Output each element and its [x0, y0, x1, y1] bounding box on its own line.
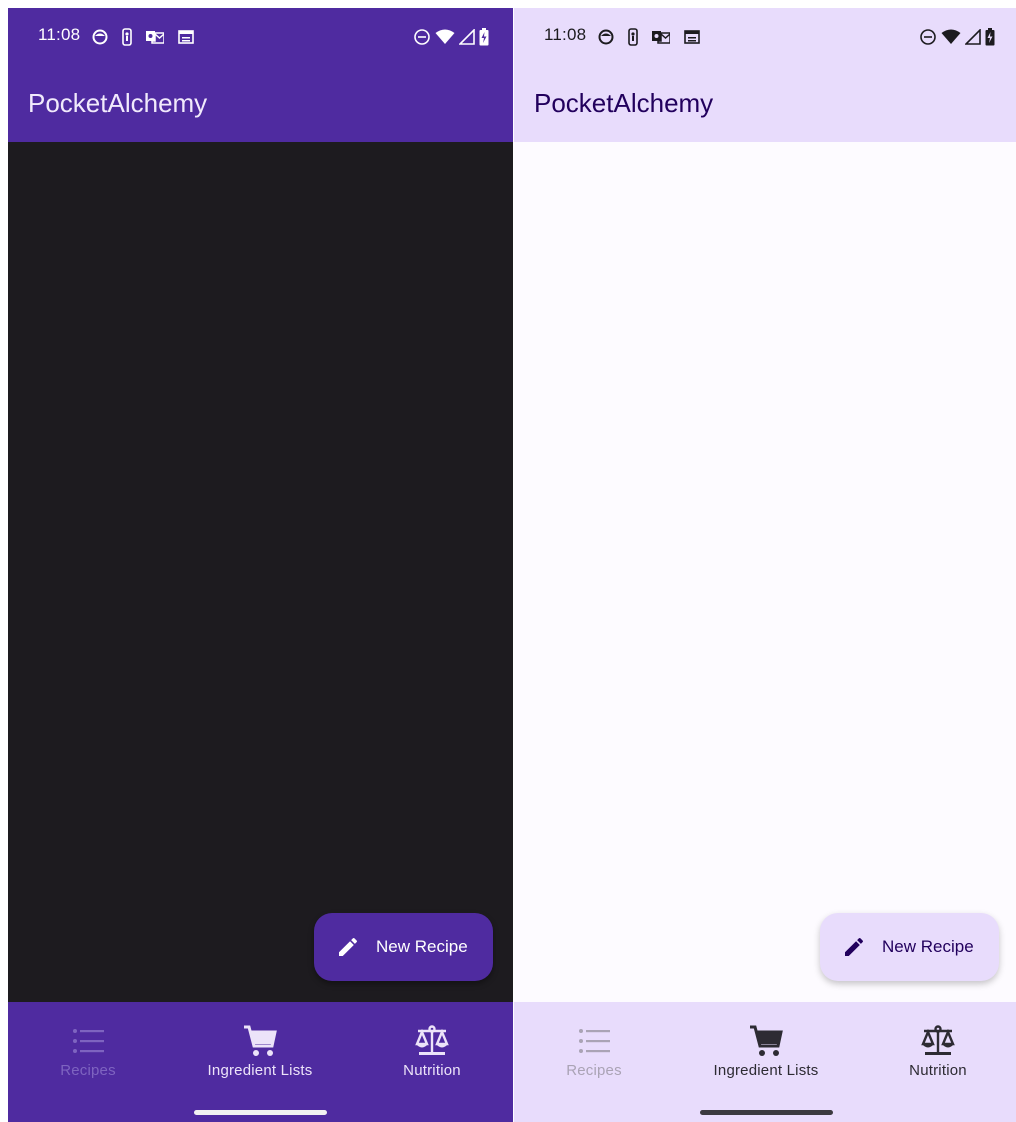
status-bar: 11:08: [8, 8, 513, 64]
bottom-navigation: Recipes Ingredient Lists Nutrition: [8, 1002, 513, 1122]
nav-label-ingredient-lists: Ingredient Lists: [713, 1062, 819, 1079]
top-app-bar: PocketAlchemy: [8, 64, 513, 142]
nba-icon: [122, 28, 132, 46]
home-indicator[interactable]: [700, 1110, 833, 1115]
nba-icon: [628, 28, 638, 46]
nav-item-ingredient-lists[interactable]: Ingredient Lists: [180, 1002, 340, 1102]
outlook-mail-icon: [652, 30, 670, 44]
battery-charging-icon: [985, 28, 995, 46]
nav-item-nutrition[interactable]: Nutrition: [888, 1002, 988, 1102]
outlook-mail-icon: [146, 30, 164, 44]
calendar-icon: [178, 30, 194, 44]
phone-screen-dark: 11:08 PocketAlchemy New Recipe Recipes I…: [8, 8, 513, 1122]
face-icon: [92, 29, 108, 45]
bottom-navigation: Recipes Ingredient Lists Nutrition: [514, 1002, 1016, 1122]
nav-label-recipes: Recipes: [60, 1062, 116, 1079]
nav-item-ingredient-lists[interactable]: Ingredient Lists: [686, 1002, 846, 1102]
system-status-icons: [919, 26, 995, 48]
new-recipe-button[interactable]: New Recipe: [314, 913, 493, 981]
status-bar: 11:08: [514, 8, 1016, 64]
recipe-list-area[interactable]: [8, 142, 513, 1002]
nav-label-ingredient-lists: Ingredient Lists: [207, 1062, 313, 1079]
recipe-list-area[interactable]: [514, 142, 1016, 1002]
app-title: PocketAlchemy: [28, 88, 208, 118]
notification-icons: [92, 26, 194, 48]
cart-icon: [243, 1024, 277, 1058]
cart-icon: [749, 1024, 783, 1058]
status-time: 11:08: [544, 25, 587, 44]
wifi-icon: [435, 29, 455, 45]
system-status-icons: [413, 26, 489, 48]
pencil-icon: [842, 935, 866, 959]
battery-charging-icon: [479, 28, 489, 46]
nav-label-recipes: Recipes: [566, 1062, 622, 1079]
do-not-disturb-icon: [919, 28, 937, 46]
notification-icons: [598, 26, 700, 48]
new-recipe-button[interactable]: New Recipe: [820, 913, 999, 981]
list-icon: [578, 1024, 610, 1058]
app-title: PocketAlchemy: [534, 88, 714, 118]
face-icon: [598, 29, 614, 45]
nav-label-nutrition: Nutrition: [403, 1062, 461, 1079]
cell-signal-icon: [459, 29, 475, 45]
list-icon: [72, 1024, 104, 1058]
new-recipe-label: New Recipe: [376, 937, 468, 956]
do-not-disturb-icon: [413, 28, 431, 46]
nav-item-recipes[interactable]: Recipes: [544, 1002, 644, 1102]
nav-item-nutrition[interactable]: Nutrition: [382, 1002, 482, 1102]
scale-icon: [921, 1024, 955, 1058]
status-time: 11:08: [38, 25, 81, 44]
home-indicator[interactable]: [194, 1110, 327, 1115]
pencil-icon: [336, 935, 360, 959]
top-app-bar: PocketAlchemy: [514, 64, 1016, 142]
nav-label-nutrition: Nutrition: [909, 1062, 967, 1079]
calendar-icon: [684, 30, 700, 44]
new-recipe-label: New Recipe: [882, 937, 974, 956]
nav-item-recipes[interactable]: Recipes: [38, 1002, 138, 1102]
scale-icon: [415, 1024, 449, 1058]
wifi-icon: [941, 29, 961, 45]
phone-screen-light: 11:08 PocketAlchemy New Recipe Recipes I…: [514, 8, 1016, 1122]
cell-signal-icon: [965, 29, 981, 45]
